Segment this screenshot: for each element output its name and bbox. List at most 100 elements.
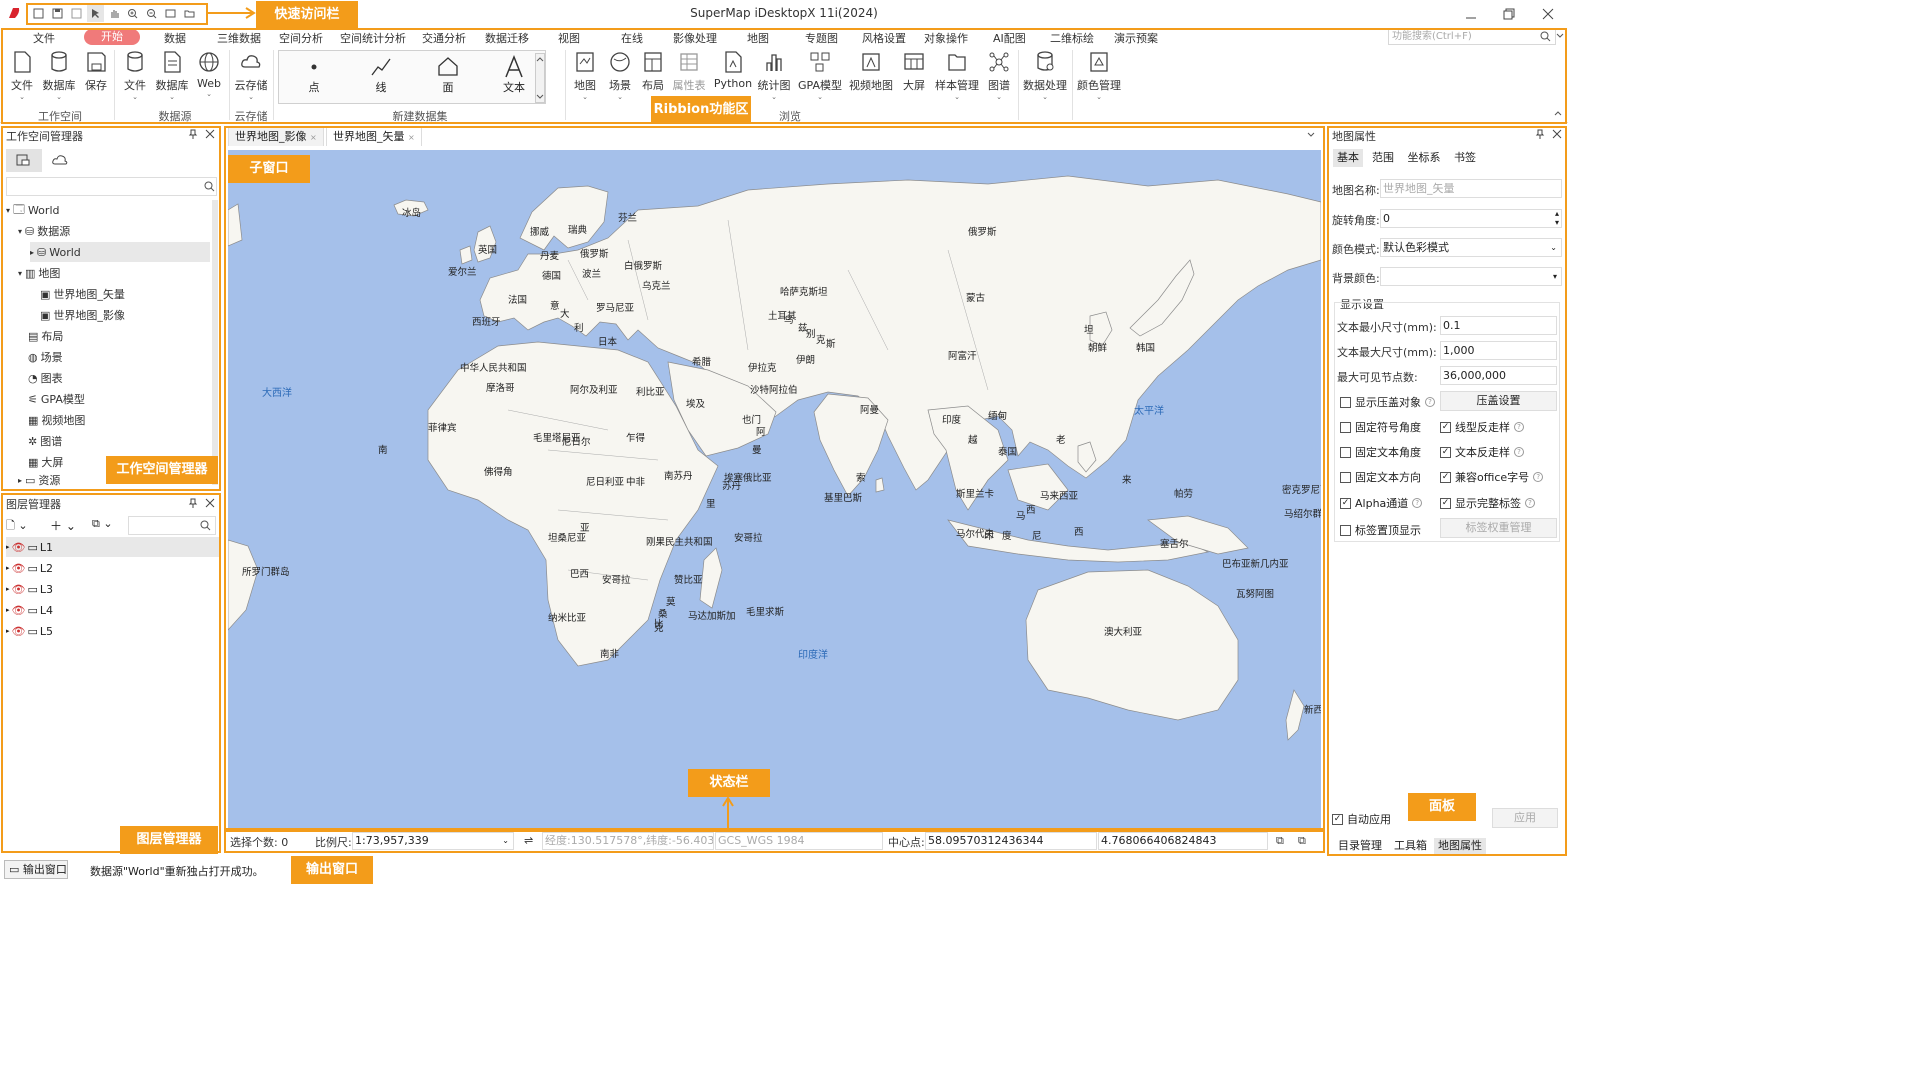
tab-catalog[interactable]: 目录管理 bbox=[1334, 838, 1386, 854]
tab-crs[interactable]: 坐标系 bbox=[1404, 149, 1444, 167]
tree-graph[interactable]: ✲ 图谱 bbox=[28, 431, 62, 451]
datasource-web-button[interactable]: Web ⌄ bbox=[190, 49, 228, 98]
swap-icon[interactable]: ⇌ bbox=[524, 834, 533, 847]
fix-text-dir-checkbox[interactable]: 固定文本方向 bbox=[1340, 469, 1421, 485]
restore-icon[interactable] bbox=[1496, 4, 1522, 24]
workspace-tab-resources[interactable] bbox=[46, 149, 76, 172]
text-min-input[interactable]: 0.1 bbox=[1440, 316, 1557, 335]
menu-start[interactable]: 开始 bbox=[84, 29, 140, 45]
menu-ai-map[interactable]: AI配图 bbox=[993, 30, 1026, 46]
visible-icon[interactable]: 👁 bbox=[12, 583, 26, 596]
workspace-tab-tree[interactable] bbox=[6, 149, 42, 172]
tree-scenes[interactable]: ◍ 场景 bbox=[28, 347, 63, 367]
bg-color-select[interactable]: ▾ bbox=[1380, 267, 1562, 286]
cloud-storage-button[interactable]: 云存储 ⌄ bbox=[232, 49, 270, 101]
layer-row[interactable]: ▸ 👁 ▭ L3 bbox=[6, 579, 53, 599]
visible-icon[interactable]: 👁 bbox=[12, 604, 26, 617]
full-label-checkbox[interactable]: ✓ 显示完整标签? bbox=[1440, 495, 1535, 511]
tab-toolbox[interactable]: 工具箱 bbox=[1390, 838, 1431, 854]
search-icon[interactable] bbox=[1540, 31, 1551, 42]
close-icon[interactable] bbox=[1535, 4, 1561, 24]
menu-spatial-analysis[interactable]: 空间分析 bbox=[279, 30, 323, 46]
new-region-button[interactable]: 面 bbox=[423, 55, 473, 95]
visible-icon[interactable]: 👁 bbox=[12, 541, 26, 554]
browse-gpa-button[interactable]: GPA模型 ⌄ bbox=[797, 49, 843, 101]
layer-row[interactable]: ▸ 👁 ▭ L1 bbox=[6, 537, 219, 557]
collapse-ribbon-icon[interactable] bbox=[1553, 108, 1563, 118]
search-icon[interactable] bbox=[200, 520, 211, 531]
layer-style-dropdown[interactable]: ⧉ ⌄ bbox=[92, 517, 113, 531]
menu-data[interactable]: 数据 bbox=[164, 30, 186, 46]
menu-plotting[interactable]: 二维标绘 bbox=[1050, 30, 1094, 46]
menu-traffic[interactable]: 交通分析 bbox=[422, 30, 466, 46]
text-max-input[interactable]: 1,000 bbox=[1440, 341, 1557, 360]
tree-map-vector[interactable]: ▣ 世界地图_矢量 bbox=[40, 284, 125, 304]
visible-icon[interactable]: 👁 bbox=[12, 562, 26, 575]
menu-migration[interactable]: 数据迁移 bbox=[485, 30, 529, 46]
new-text-button[interactable]: 文本 bbox=[489, 55, 539, 95]
tree-resources[interactable]: ▸ ▭ 资源 bbox=[18, 473, 60, 488]
output-window-tab[interactable]: ▭ 输出窗口 bbox=[4, 860, 68, 879]
layer-row[interactable]: ▸ 👁 ▭ L4 bbox=[6, 600, 53, 620]
workspace-db-button[interactable]: 数据库 ⌄ bbox=[40, 49, 78, 101]
label-top-checkbox[interactable]: 标签置顶显示 bbox=[1340, 522, 1421, 538]
workspace-search-input[interactable] bbox=[6, 177, 217, 196]
rotation-input[interactable]: 0 ▴ ▾ bbox=[1380, 209, 1562, 228]
menu-3d-data[interactable]: 三维数据 bbox=[217, 30, 261, 46]
function-search-input[interactable]: 功能搜索(Ctrl+F) bbox=[1388, 28, 1556, 45]
search-icon[interactable] bbox=[204, 181, 215, 192]
gallery-scroll-icon[interactable] bbox=[535, 53, 545, 103]
tab-bookmarks[interactable]: 书签 bbox=[1450, 149, 1480, 167]
layer-row[interactable]: ▸ 👁 ▭ L2 bbox=[6, 558, 53, 578]
browse-attribute-button[interactable]: 属性表 bbox=[670, 49, 708, 93]
browse-video-map-button[interactable]: 视频地图 bbox=[848, 49, 894, 93]
menu-file[interactable]: 文件 bbox=[33, 30, 55, 46]
tree-datasource-world[interactable]: ▸ ⛁ World bbox=[30, 242, 210, 262]
menu-spatial-stats[interactable]: 空间统计分析 bbox=[340, 30, 406, 46]
ribbon-toggle-icon[interactable] bbox=[1555, 31, 1565, 41]
layer-open-dropdown[interactable]: 🗋 ⌄ bbox=[6, 517, 28, 536]
max-nodes-input[interactable]: 36,000,000 bbox=[1440, 366, 1557, 385]
map-name-input[interactable]: 世界地图_矢量 bbox=[1380, 179, 1562, 198]
new-point-button[interactable]: 点 bbox=[289, 55, 339, 95]
browse-chart-button[interactable]: 统计图 ⌄ bbox=[755, 49, 793, 101]
tab-map-vector[interactable]: 世界地图_矢量 × bbox=[326, 126, 422, 146]
tree-video-map[interactable]: ▦ 视频地图 bbox=[28, 410, 85, 430]
tree-map-image[interactable]: ▣ 世界地图_影像 bbox=[40, 305, 125, 325]
data-processing-button[interactable]: 数据处理 ⌄ bbox=[1022, 49, 1068, 101]
paste-icon[interactable]: ⧉ bbox=[1298, 834, 1306, 848]
tree-maps[interactable]: ▾ ▥ 地图 bbox=[18, 263, 60, 283]
workspace-file-button[interactable]: 文件 ⌄ bbox=[3, 49, 41, 101]
tree-datasources[interactable]: ▾ ⛁ 数据源 bbox=[18, 221, 70, 241]
tab-map-image[interactable]: 世界地图_影像 × bbox=[228, 126, 324, 146]
menu-online[interactable]: 在线 bbox=[621, 30, 643, 46]
apply-button[interactable]: 应用 bbox=[1492, 808, 1558, 828]
tree-world[interactable]: ▾ 🗔 World bbox=[6, 200, 59, 220]
tab-list-icon[interactable] bbox=[1306, 130, 1316, 140]
tab-map-properties[interactable]: 地图属性 bbox=[1434, 838, 1486, 854]
color-mode-select[interactable]: 默认色彩模式 ⌄ bbox=[1380, 238, 1562, 257]
tree-screen[interactable]: ▦ 大屏 bbox=[28, 452, 63, 472]
browse-sample-button[interactable]: 样本管理 ⌄ bbox=[934, 49, 980, 101]
scale-combo[interactable]: 1:73,957,339 ⌄ bbox=[352, 832, 514, 850]
menu-object[interactable]: 对象操作 bbox=[924, 30, 968, 46]
text-antialias-checkbox[interactable]: ✓ 文本反走样? bbox=[1440, 444, 1524, 460]
tree-layouts[interactable]: ▤ 布局 bbox=[28, 326, 63, 346]
visible-icon[interactable]: 👁 bbox=[12, 625, 26, 638]
datasource-file-button[interactable]: 文件 ⌄ bbox=[116, 49, 154, 101]
browse-map-button[interactable]: 地图 ⌄ bbox=[566, 49, 604, 101]
color-management-button[interactable]: 颜色管理 ⌄ bbox=[1076, 49, 1122, 101]
auto-apply-checkbox[interactable]: ✓ 自动应用 bbox=[1332, 811, 1391, 827]
center-y-input[interactable]: 4.768066406824843 bbox=[1098, 832, 1268, 850]
workspace-scrollbar[interactable] bbox=[212, 200, 218, 485]
browse-python-button[interactable]: Python bbox=[712, 49, 754, 90]
minimize-icon[interactable] bbox=[1458, 4, 1484, 24]
office-font-checkbox[interactable]: ✓ 兼容office字号? bbox=[1440, 469, 1544, 485]
menu-view[interactable]: 视图 bbox=[558, 30, 580, 46]
menu-map[interactable]: 地图 bbox=[747, 30, 769, 46]
menu-style[interactable]: 风格设置 bbox=[862, 30, 906, 46]
layer-row[interactable]: ▸ 👁 ▭ L5 bbox=[6, 621, 53, 641]
fix-symbol-angle-checkbox[interactable]: 固定符号角度 bbox=[1340, 419, 1421, 435]
show-overlap-checkbox[interactable]: 显示压盖对象? bbox=[1340, 394, 1435, 410]
overlap-settings-button[interactable]: 压盖设置 bbox=[1440, 391, 1557, 411]
